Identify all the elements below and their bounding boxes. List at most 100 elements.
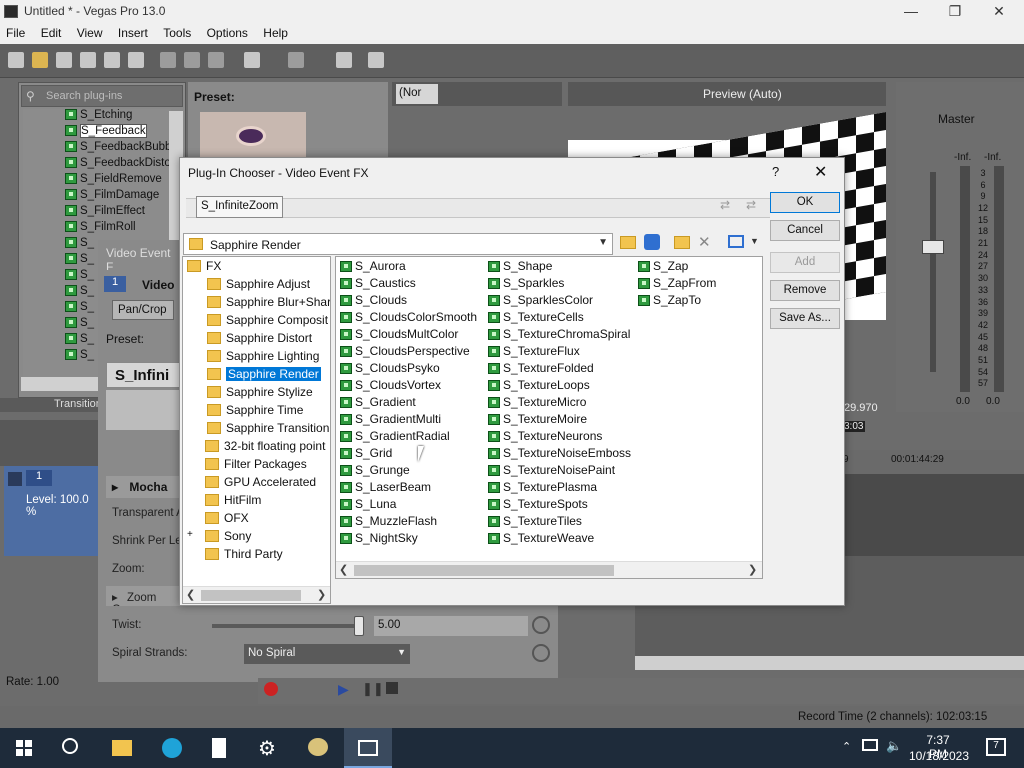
render-icon[interactable] [104,52,120,68]
help-button[interactable]: ? [772,164,779,179]
plugin-list-item[interactable]: S_FilmRoll [65,221,136,237]
plugin-item[interactable]: S_TextureMoire [488,412,587,429]
vefx-preset-select[interactable]: S_Infini [106,362,180,388]
maximize-button[interactable]: ❐ [932,0,978,24]
cut-icon[interactable] [160,52,176,68]
scroll-left-icon[interactable]: ❮ [186,588,195,601]
tree-item[interactable]: + Sony [187,529,251,547]
delete-icon[interactable]: ✕ [698,233,711,251]
vegas-taskbar-button[interactable] [344,728,392,768]
play-icon[interactable]: ▶ [338,681,349,698]
plugin-item[interactable]: S_Sparkles [488,276,564,293]
chevron-up-icon[interactable]: ⌃ [842,740,851,753]
plugin-list-item[interactable]: S_FilmEffect [65,205,145,221]
plugin-list-item[interactable]: S_Etching [65,109,132,125]
tree-item[interactable]: HitFilm [205,493,261,511]
menu-file[interactable]: File [0,24,31,42]
plugin-item[interactable]: S_TextureTiles [488,514,582,531]
tree-item[interactable]: Third Party [205,547,283,565]
record-icon[interactable] [264,682,278,696]
tree-item[interactable]: Sapphire Time [207,403,303,421]
transitions-tab[interactable]: Transition [54,398,102,410]
plugin-item[interactable]: S_CloudsPsyko [340,361,440,378]
tree-item[interactable]: 32-bit floating point [205,439,325,457]
plugin-item[interactable]: S_LaserBeam [340,480,431,497]
plugin-item[interactable]: S_ZapFrom [638,276,716,293]
plugin-item[interactable]: S_TextureNoiseEmboss [488,446,631,463]
menu-view[interactable]: View [71,24,109,42]
open-icon[interactable] [32,52,48,68]
redo-icon[interactable] [288,52,304,68]
plugin-item[interactable]: S_TextureChromaSpiral [488,327,630,344]
enable-snapping-icon[interactable] [336,52,352,68]
plugin-item[interactable]: S_CloudsMultColor [340,327,458,344]
plugin-list-item[interactable]: S_ [65,285,94,301]
filelist-scroll-thumb[interactable] [354,565,614,576]
menu-help[interactable]: Help [257,24,294,42]
plugin-list-item[interactable]: S_ [65,333,94,349]
plugin-item[interactable]: S_Luna [340,497,396,514]
tree-item[interactable]: Sapphire Adjust [207,277,310,295]
plugin-item[interactable]: S_Gradient [340,395,416,412]
scroll-right-icon[interactable]: ❯ [317,588,326,601]
plugin-item[interactable]: S_TextureWeave [488,531,594,548]
plugin-list-item[interactable]: S_ [65,301,94,317]
track-collapse-icon[interactable] [8,472,22,486]
scroll-left-icon[interactable]: ❮ [339,563,348,576]
refresh-icon[interactable] [644,234,660,250]
stop-icon[interactable] [386,682,398,694]
save-icon[interactable] [56,52,72,68]
folder-up-icon[interactable] [620,236,636,249]
twist-slider-handle[interactable] [354,616,364,636]
plugin-item[interactable]: S_CloudsPerspective [340,344,470,361]
close-button[interactable]: ✕ [976,0,1022,24]
menu-tools[interactable]: Tools [157,24,197,42]
tree-item[interactable]: Sapphire Lighting [207,349,319,367]
twist-keyframe-icon[interactable] [532,616,550,634]
plugin-item[interactable]: S_Clouds [340,293,407,310]
copy-icon[interactable] [184,52,200,68]
plugin-item[interactable]: S_TextureNoisePaint [488,463,615,480]
view-mode-dropdown-icon[interactable]: ▼ [750,236,759,246]
menu-options[interactable]: Options [201,24,254,42]
plugin-item[interactable]: S_Aurora [340,259,406,276]
plugin-list-item[interactable]: S_FeedbackDistort [65,157,171,173]
spiral-keyframe-icon[interactable] [532,644,550,662]
dialog-close-button[interactable]: ✕ [814,162,827,182]
speaker-muted-icon[interactable]: 🔈 [886,738,902,754]
scroll-right-icon[interactable]: ❯ [748,563,757,576]
master-fader-track[interactable] [930,172,936,372]
plugin-item[interactable]: S_TextureNeurons [488,429,602,446]
twist-slider-track[interactable] [212,624,362,628]
edge-button[interactable] [148,728,196,768]
properties-icon[interactable] [128,52,144,68]
plugin-list-item[interactable]: S_FieldRemove [65,173,162,189]
search-box[interactable]: ⚲ Search plug-ins [21,85,183,107]
folder-path-select[interactable]: Sapphire Render ▼ [183,233,613,255]
save-as-icon[interactable] [80,52,96,68]
plugin-list-item[interactable]: S_FilmDamage [65,189,159,205]
master-fader-handle[interactable] [922,240,944,254]
tree-item[interactable]: GPU Accelerated [205,475,316,493]
tree-item[interactable]: Filter Packages [205,457,307,475]
plugin-item[interactable]: S_TextureFolded [488,361,594,378]
network-icon[interactable] [862,739,878,751]
fx-chain-item[interactable]: S_InfiniteZoom [196,196,284,218]
plugin-item[interactable]: S_TextureLoops [488,378,590,395]
tree-item[interactable]: OFX [205,511,249,529]
paste-icon[interactable] [208,52,224,68]
plugin-item[interactable]: S_TextureSpots [488,497,588,514]
twist-value-field[interactable]: 5.00 [374,616,528,636]
plugin-list-item[interactable]: S_ [65,253,94,269]
plugin-list-item[interactable]: S_ [65,269,94,285]
preview-mode[interactable]: Preview (Auto) [703,87,782,101]
pan-crop-chip[interactable]: Pan/Crop [112,300,174,320]
tree-item[interactable]: Sapphire Transition [207,421,329,439]
paint-button[interactable] [294,728,342,768]
timeline-hscrollbar[interactable] [635,656,1024,670]
zoom-center-section[interactable]: ▸ Zoom Cen [106,586,180,616]
plugin-list-item[interactable]: S_ [65,349,94,365]
new-icon[interactable] [8,52,24,68]
spiral-strands-select[interactable]: No Spiral ▼ [244,644,410,664]
plugin-item[interactable]: S_GradientRadial [340,429,450,446]
